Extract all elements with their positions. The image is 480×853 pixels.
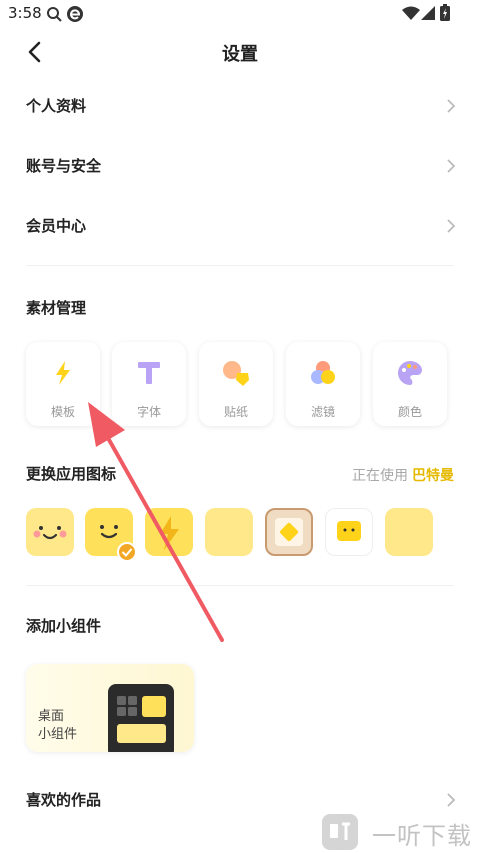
- watermark: 一听下载: [322, 812, 480, 850]
- material-sticker-button[interactable]: 贴纸: [199, 342, 273, 426]
- status-time: 3:58: [8, 4, 42, 22]
- row-member-center[interactable]: 会员中心: [0, 200, 480, 252]
- app-icon-option-blank[interactable]: [385, 508, 433, 556]
- smile-face-icon: [33, 526, 67, 540]
- status-bar: 3:58: [0, 0, 480, 28]
- browser-icon: [67, 6, 83, 22]
- divider: [26, 585, 454, 586]
- material-label: 颜色: [397, 405, 422, 419]
- wifi-icon: [402, 6, 420, 20]
- app-icon-option-plain[interactable]: [205, 508, 253, 556]
- material-filter-button[interactable]: 滤镜: [286, 342, 360, 426]
- small-face-icon: [337, 521, 361, 541]
- app-icon-title: 更换应用图标: [26, 465, 117, 483]
- chevron-right-icon: [447, 793, 456, 807]
- desktop-widget-card[interactable]: 桌面 小组件: [26, 664, 194, 752]
- filter-icon: [311, 361, 335, 384]
- material-color-button[interactable]: 颜色: [373, 342, 447, 426]
- search-icon: [47, 7, 62, 22]
- material-label: 模板: [50, 405, 75, 419]
- row-label: 个人资料: [26, 97, 87, 115]
- material-label: 贴纸: [223, 405, 248, 419]
- butter-icon: [275, 518, 303, 546]
- row-label: 会员中心: [26, 217, 87, 235]
- row-profile[interactable]: 个人资料: [0, 80, 480, 132]
- row-label: 喜欢的作品: [26, 791, 102, 809]
- check-badge-icon: [117, 542, 137, 562]
- watermark-text: 一听下载: [372, 822, 472, 850]
- material-label: 滤镜: [310, 405, 335, 419]
- divider: [26, 265, 454, 266]
- app-icon-option-mini[interactable]: [325, 508, 373, 556]
- materials-title: 素材管理: [26, 299, 87, 317]
- header: 设置: [0, 30, 480, 74]
- material-label: 字体: [136, 405, 161, 419]
- chevron-right-icon: [447, 159, 456, 173]
- page-title: 设置: [222, 44, 258, 65]
- chevron-right-icon: [447, 219, 456, 233]
- app-icon-option-selected[interactable]: [85, 508, 137, 562]
- lightning-icon: [56, 361, 70, 385]
- sticker-icon: [223, 361, 249, 386]
- widget-title: 添加小组件: [26, 617, 102, 635]
- signal-icon: [421, 6, 435, 20]
- app-icon-option-lightning[interactable]: [145, 508, 193, 556]
- battery-icon: [440, 4, 450, 21]
- app-icon-option-smile[interactable]: [26, 508, 74, 556]
- widget-line1: 桌面: [38, 709, 65, 724]
- material-font-button[interactable]: 字体: [112, 342, 186, 426]
- watermark-logo-icon: [322, 814, 358, 850]
- widget-preview-icon: [108, 684, 174, 752]
- row-account-security[interactable]: 账号与安全: [0, 140, 480, 192]
- widget-line2: 小组件: [38, 727, 78, 742]
- row-label: 账号与安全: [26, 157, 102, 175]
- font-t-icon: [138, 362, 160, 384]
- lightning-icon: [160, 516, 179, 550]
- chevron-right-icon: [447, 99, 456, 113]
- material-template-button[interactable]: 模板: [26, 342, 100, 426]
- current-icon-status: 正在使用 巴特曼: [352, 465, 454, 485]
- using-value: 巴特曼: [412, 468, 454, 484]
- palette-icon: [398, 361, 423, 385]
- using-label: 正在使用: [352, 468, 408, 484]
- app-icon-option-toast[interactable]: [265, 508, 313, 556]
